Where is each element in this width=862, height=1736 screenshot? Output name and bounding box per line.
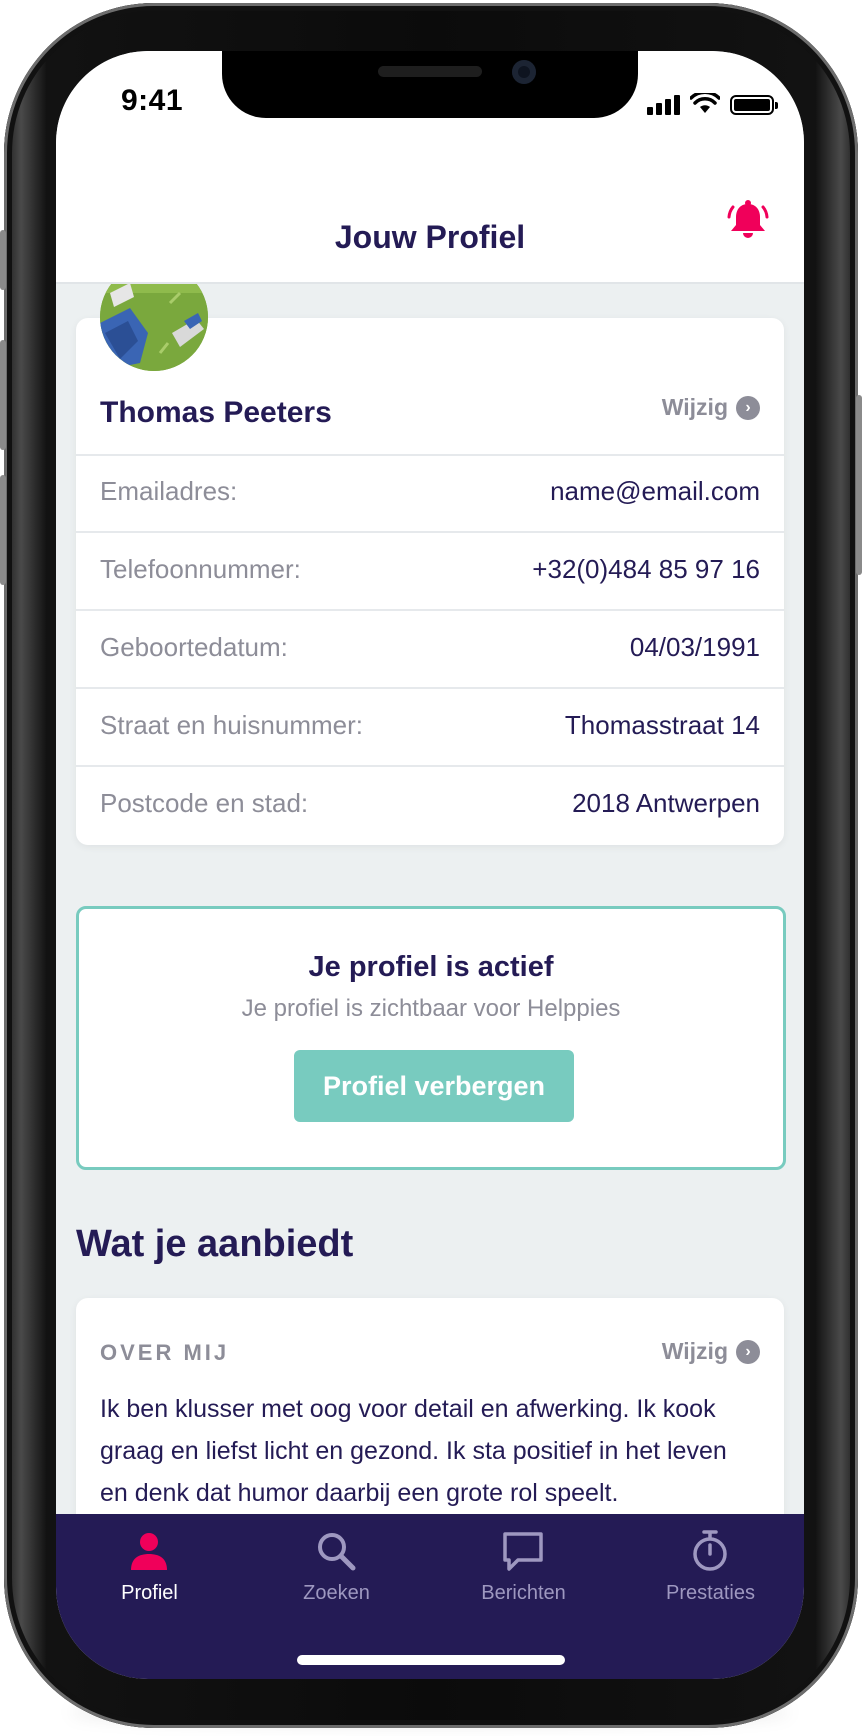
info-value: +32(0)484 85 97 16 xyxy=(532,554,760,584)
chevron-right-icon: › xyxy=(736,395,760,420)
info-row-phone: Telefoonnummer: +32(0)484 85 97 16 xyxy=(76,532,784,611)
info-label: Geboortedatum: xyxy=(100,632,288,662)
info-row-birthdate: Geboortedatum: 04/03/1991 xyxy=(76,610,784,689)
tab-profiel[interactable]: Profiel xyxy=(56,1514,243,1624)
chat-icon xyxy=(503,1532,543,1571)
notification-bell-icon[interactable] xyxy=(726,198,770,242)
status-subtitle: Je profiel is zichtbaar voor Helppies xyxy=(241,995,621,1022)
profile-card: Thomas Peeters Wijzig › Emailadres: name… xyxy=(76,318,784,845)
chevron-right-icon: › xyxy=(736,1339,760,1364)
edit-about-button[interactable]: Wijzig › xyxy=(662,1338,760,1365)
front-camera xyxy=(512,60,536,84)
top-navigation-bar: Jouw Profiel xyxy=(56,156,804,284)
tab-zoeken[interactable]: Zoeken xyxy=(243,1514,430,1624)
status-time: 9:41 xyxy=(121,84,184,117)
info-value: 2018 Antwerpen xyxy=(572,788,760,818)
info-label: Emailadres: xyxy=(100,476,238,506)
speaker-grille xyxy=(378,66,482,77)
signal-icon xyxy=(647,93,680,115)
about-label: OVER MIJ xyxy=(100,1340,230,1365)
profile-name: Thomas Peeters xyxy=(100,396,332,429)
profile-status-card: Je profiel is actief Je profiel is zicht… xyxy=(76,906,786,1170)
info-value: 04/03/1991 xyxy=(629,632,760,662)
battery-icon xyxy=(730,95,778,115)
info-row-email: Emailadres: name@email.com xyxy=(76,454,784,533)
search-icon xyxy=(318,1533,356,1571)
info-label: Straat en huisnummer: xyxy=(100,710,364,740)
tab-label: Zoeken xyxy=(303,1582,370,1604)
info-label: Telefoonnummer: xyxy=(100,554,301,584)
app-screen: 9:41 Jouw Profiel Thomas Peeters Wijzig … xyxy=(56,51,804,1679)
info-label: Postcode en stad: xyxy=(100,788,309,818)
person-icon xyxy=(131,1533,167,1570)
status-icons xyxy=(647,93,778,115)
power-button xyxy=(856,395,862,575)
tab-berichten[interactable]: Berichten xyxy=(430,1514,617,1624)
edit-profile-label: Wijzig xyxy=(661,394,728,420)
edit-about-label: Wijzig xyxy=(661,1338,728,1364)
tab-label: Berichten xyxy=(481,1582,566,1604)
info-row-city: Postcode en stad: 2018 Antwerpen xyxy=(76,766,784,843)
status-title: Je profiel is actief xyxy=(308,951,554,983)
offer-section-title: Wat je aanbiedt xyxy=(76,1223,354,1265)
hide-profile-button[interactable]: Profiel verbergen xyxy=(294,1050,574,1122)
info-value: name@email.com xyxy=(550,476,760,506)
info-row-street: Straat en huisnummer: Thomasstraat 14 xyxy=(76,688,784,767)
wifi-icon xyxy=(690,93,720,113)
info-value: Thomasstraat 14 xyxy=(564,710,760,740)
volume-down-button xyxy=(0,475,6,585)
about-text: Ik ben klusser met oog voor detail en af… xyxy=(100,1395,727,1507)
tab-prestaties[interactable]: Prestaties xyxy=(617,1514,804,1624)
tab-label: Profiel xyxy=(121,1582,178,1604)
home-indicator[interactable] xyxy=(297,1655,565,1665)
tab-label: Prestaties xyxy=(666,1582,755,1604)
volume-up-button xyxy=(0,340,6,450)
stopwatch-icon xyxy=(693,1530,727,1571)
mute-switch xyxy=(0,230,6,290)
page-title: Jouw Profiel xyxy=(334,219,526,255)
notch xyxy=(222,51,638,118)
edit-profile-button[interactable]: Wijzig › xyxy=(662,394,760,421)
